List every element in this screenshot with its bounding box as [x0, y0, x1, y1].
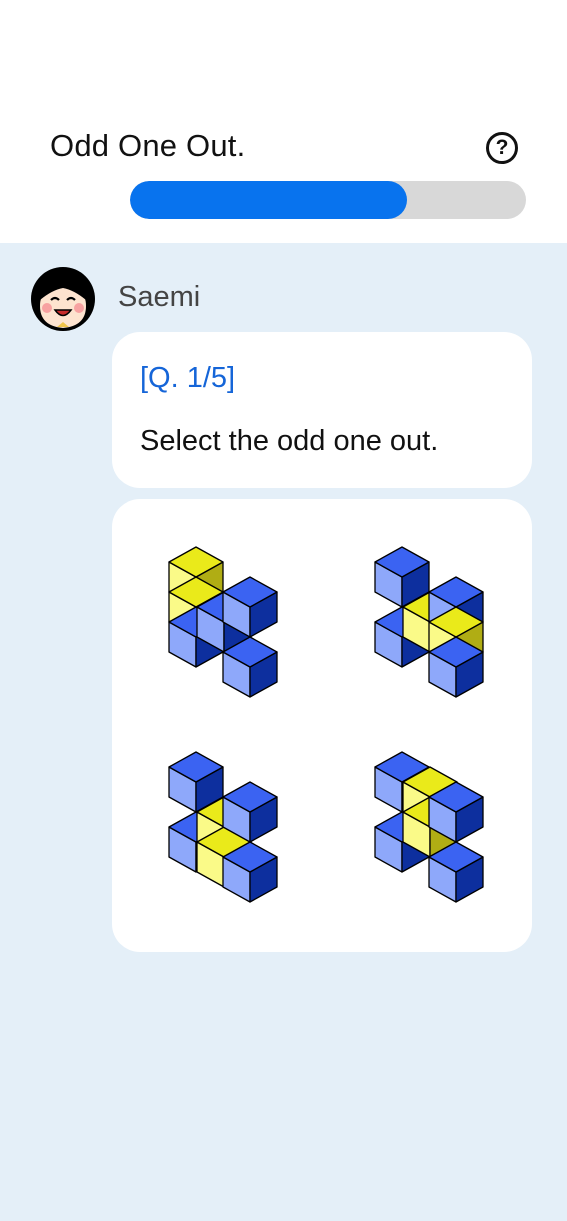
options-grid	[112, 499, 532, 952]
cube-figure	[168, 546, 278, 698]
progress-bar	[130, 181, 526, 219]
question-prompt: Select the odd one out.	[140, 425, 439, 457]
question-mark: ?	[495, 136, 509, 159]
option-2[interactable]	[360, 539, 500, 709]
help-icon[interactable]: ?	[486, 132, 518, 164]
cube-figure	[374, 751, 484, 903]
page-title: Odd One Out.	[50, 128, 246, 163]
avatar	[30, 266, 96, 332]
sender-name: Saemi	[118, 281, 201, 313]
option-3[interactable]	[154, 744, 294, 914]
option-1[interactable]	[154, 539, 294, 709]
cube-figure	[374, 546, 484, 698]
option-4[interactable]	[360, 744, 500, 914]
header: Odd One Out. ?	[0, 0, 567, 243]
question-number: [Q. 1/5]	[140, 362, 236, 394]
progress-bar-fill	[130, 181, 408, 219]
question-bubble: [Q. 1/5] Select the odd one out.	[112, 332, 532, 488]
cube-figure	[168, 751, 278, 903]
